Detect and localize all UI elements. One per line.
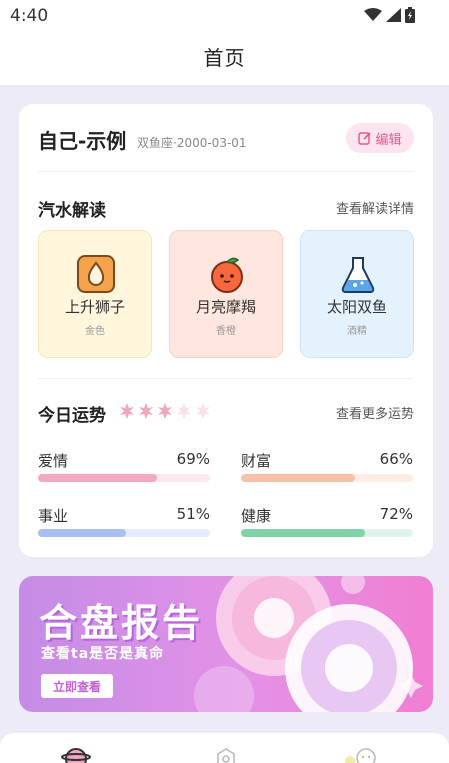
soda-tile-moon[interactable]: 月亮摩羯 香橙 <box>169 230 283 358</box>
drop-icon <box>77 255 115 293</box>
view-now-button[interactable]: 立即查看 <box>41 674 113 698</box>
star-filled-icon <box>120 403 134 419</box>
profile-card: 自己-示例 双鱼座·2000-03-01 编辑 汽水解读 查看解读详情 上升狮子… <box>19 104 433 557</box>
fortune-more-link[interactable]: 查看更多运势 <box>336 403 414 422</box>
stat-progress-bar <box>38 529 210 537</box>
stat-progress-fill <box>38 529 126 537</box>
stat-progress-bar <box>241 529 413 537</box>
stat-label: 财富 <box>241 452 272 470</box>
tile-title: 上升狮子 <box>64 298 125 316</box>
status-time: 4:40 <box>10 6 49 26</box>
stat-value: 72% <box>379 505 413 523</box>
tile-subtitle: 酒精 <box>347 326 367 337</box>
profile-meta: 双鱼座·2000-03-01 <box>137 136 247 150</box>
tile-subtitle: 金色 <box>85 326 105 337</box>
soda-tile-ascendant[interactable]: 上升狮子 金色 <box>38 230 152 358</box>
synastry-report-banner[interactable]: 合盘报告 查看ta是否是真命 立即查看 <box>19 576 433 712</box>
soda-detail-link[interactable]: 查看解读详情 <box>336 198 414 217</box>
divider <box>38 171 414 172</box>
soda-section-title: 汽水解读 <box>38 201 106 221</box>
status-bar: 4:40 <box>0 0 449 32</box>
page-title: 首页 <box>203 46 246 70</box>
tile-title: 太阳双鱼 <box>326 298 387 316</box>
orange-icon <box>211 257 243 293</box>
banner-subtitle: 查看ta是否是真命 <box>41 646 165 662</box>
top-header: 4:40 首页 <box>0 0 449 85</box>
stat-label: 爱情 <box>38 452 69 470</box>
edit-icon <box>358 132 372 145</box>
fortune-stars <box>119 403 211 419</box>
wifi-icon <box>364 8 382 21</box>
tile-title: 月亮摩羯 <box>195 298 256 316</box>
star-filled-icon <box>139 403 153 419</box>
stat-value: 69% <box>176 450 210 468</box>
star-empty-icon <box>196 403 210 419</box>
fortune-section-title: 今日运势 <box>38 406 106 426</box>
stat-progress-bar <box>38 474 210 482</box>
stat-label: 健康 <box>241 507 272 525</box>
stat-progress-bar <box>241 474 413 482</box>
stat-value: 66% <box>379 450 413 468</box>
tab-home-icon[interactable] <box>61 745 91 763</box>
soda-tile-sun[interactable]: 太阳双鱼 酒精 <box>300 230 414 358</box>
stat-progress-fill <box>241 529 365 537</box>
profile-name: 自己-示例 <box>38 129 127 153</box>
flask-icon <box>341 257 375 293</box>
stat-label: 事业 <box>38 507 69 525</box>
tile-subtitle: 香橙 <box>216 326 236 337</box>
edit-button-label: 编辑 <box>375 132 402 148</box>
stat-value: 51% <box>176 505 210 523</box>
status-icons <box>364 5 415 25</box>
bottom-tab-bar <box>0 733 449 763</box>
battery-icon <box>405 7 415 23</box>
stat-progress-fill <box>38 474 157 482</box>
signal-icon <box>386 8 401 22</box>
tab-profile-icon[interactable] <box>338 747 378 763</box>
star-empty-icon <box>177 403 191 419</box>
tab-discover-icon[interactable] <box>214 747 238 763</box>
stat-progress-fill <box>241 474 355 482</box>
banner-title: 合盘报告 <box>39 601 204 645</box>
divider <box>38 378 414 379</box>
edit-button[interactable]: 编辑 <box>346 123 414 153</box>
star-filled-icon <box>158 403 172 419</box>
